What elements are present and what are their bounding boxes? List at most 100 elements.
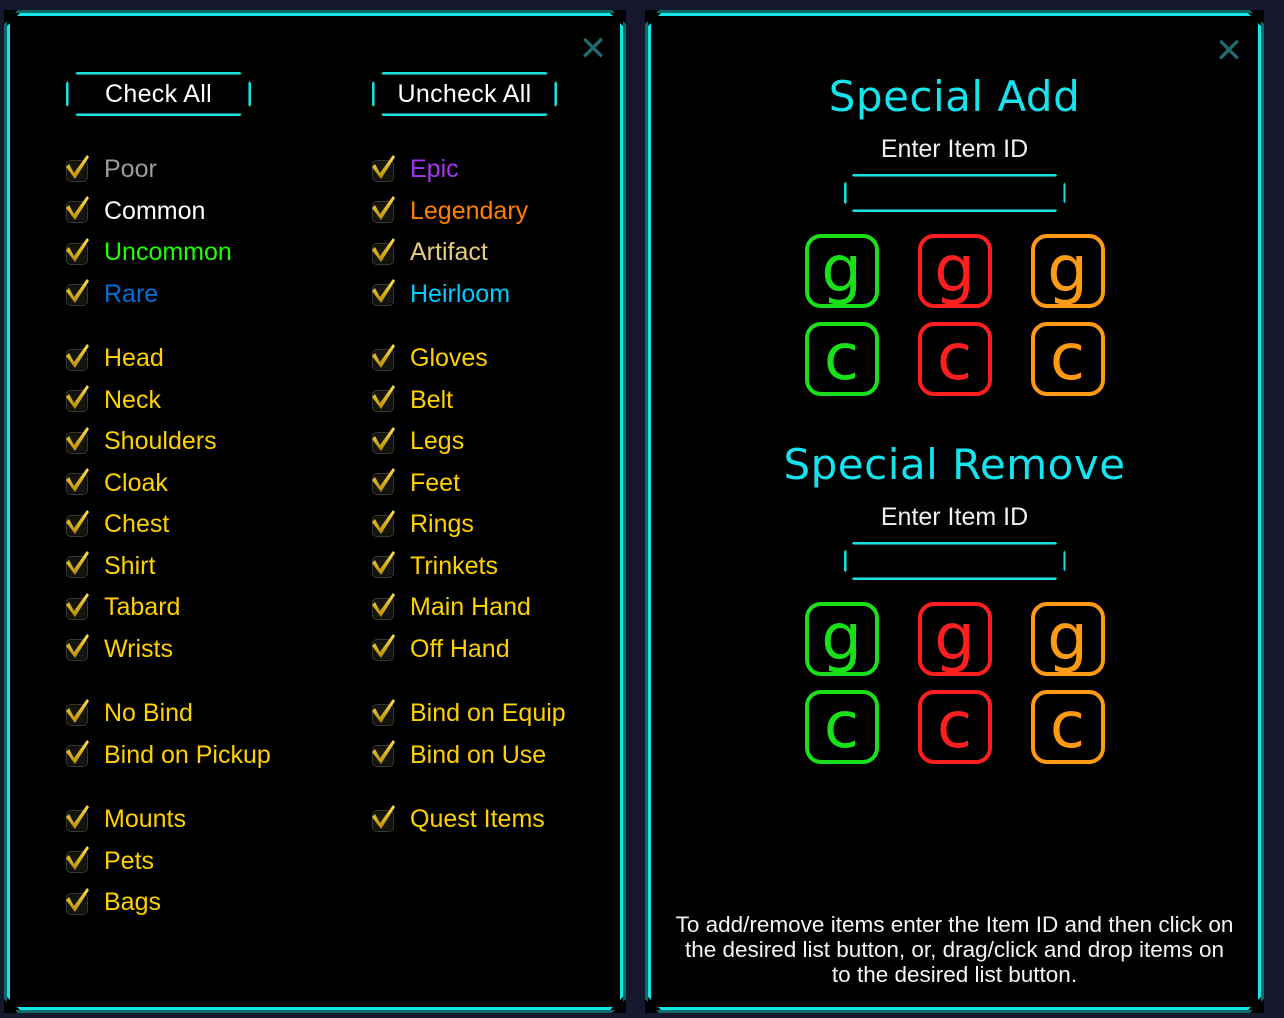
special-remove-red-bad-list-button[interactable]: g (917, 602, 992, 676)
special-remove-green-c-list-button[interactable]: c (804, 690, 879, 764)
checkmark-icon (372, 385, 395, 410)
checkbox-checked[interactable] (64, 279, 90, 307)
checkbox-checked[interactable] (64, 343, 90, 371)
checkbox-row-epic[interactable]: Epic (370, 149, 670, 191)
checkmark-icon (66, 804, 89, 829)
checkbox-checked[interactable] (64, 509, 90, 537)
check-all-label: Check All (105, 79, 212, 108)
checkbox-checked[interactable] (64, 468, 90, 496)
checkbox-checked[interactable] (370, 154, 396, 182)
checkbox-row-heirloom[interactable]: Heirloom (370, 274, 670, 316)
checkmark-icon (372, 426, 395, 451)
checkbox-row-bind-on-use[interactable]: Bind on Use (370, 735, 670, 777)
checkbox-row-belt[interactable]: Belt (370, 380, 670, 422)
special-add-orange-c-list-button[interactable]: c (1030, 321, 1105, 396)
special-add-item-id-field[interactable] (843, 174, 1066, 214)
filter-column-left: Poor Common Uncommon Rare Head Neck Shoulders C… (64, 149, 364, 924)
checkbox-row-chest[interactable]: Chest (64, 504, 364, 546)
checkbox-row-bind-on-equip[interactable]: Bind on Equip (370, 693, 670, 735)
checkbox-checked[interactable] (64, 196, 90, 224)
checkbox-checked[interactable] (370, 196, 396, 224)
checkbox-row-wrists[interactable]: Wrists (64, 629, 364, 671)
checkbox-row-trinkets[interactable]: Trinkets (370, 546, 670, 588)
checkbox-checked[interactable] (64, 804, 90, 832)
special-add-green-good-list-button[interactable]: g (804, 234, 879, 308)
uncheck-all-button[interactable]: Uncheck All (372, 72, 557, 116)
checkbox-row-head[interactable]: Head (64, 338, 364, 380)
checkbox-checked[interactable] (64, 634, 90, 662)
checkbox-checked[interactable] (370, 740, 396, 768)
checkbox-row-shirt[interactable]: Shirt (64, 546, 364, 588)
checkbox-row-main-hand[interactable]: Main Hand (370, 587, 670, 629)
checkbox-checked[interactable] (64, 551, 90, 579)
checkbox-row-cloak[interactable]: Cloak (64, 463, 364, 505)
special-remove-title: Special Remove (783, 440, 1126, 489)
checkbox-row-mounts[interactable]: Mounts (64, 799, 364, 841)
checkbox-row-gloves[interactable]: Gloves (370, 338, 670, 380)
special-remove-orange-list-button[interactable]: g (1030, 602, 1105, 676)
special-remove-item-id-input[interactable] (857, 542, 1052, 582)
checkbox-checked[interactable] (64, 237, 90, 265)
checkbox-checked[interactable] (370, 426, 396, 454)
checkbox-checked[interactable] (370, 592, 396, 620)
checkbox-checked[interactable] (370, 698, 396, 726)
checkbox-row-no-bind[interactable]: No Bind (64, 693, 364, 735)
checkbox-checked[interactable] (64, 698, 90, 726)
checkbox-checked[interactable] (64, 385, 90, 413)
list-button-glyph: g (934, 233, 975, 307)
special-add-red-bad-list-button[interactable]: g (917, 233, 992, 308)
checkbox-checked[interactable] (64, 154, 90, 182)
checkbox-checked[interactable] (64, 740, 90, 768)
checkbox-row-poor[interactable]: Poor (64, 149, 364, 191)
checkbox-row-quest-items[interactable]: Quest Items (370, 799, 670, 841)
checkbox-checked[interactable] (370, 279, 396, 307)
checkbox-checked[interactable] (64, 887, 90, 915)
special-remove-orange-c-list-button[interactable]: c (1030, 690, 1105, 764)
checkbox-row-tabard[interactable]: Tabard (64, 587, 364, 629)
checkbox-row-neck[interactable]: Neck (64, 380, 364, 422)
special-add-item-id-input[interactable] (857, 174, 1052, 214)
checkbox-row-rare[interactable]: Rare (64, 274, 364, 316)
checkbox-checked[interactable] (64, 592, 90, 620)
checkmark-icon (66, 279, 89, 304)
special-remove-list-buttons: gggccc (804, 602, 1105, 764)
checkbox-row-legs[interactable]: Legs (370, 421, 670, 463)
checkbox-checked[interactable] (64, 846, 90, 874)
checkbox-row-uncommon[interactable]: Uncommon (64, 232, 364, 274)
checkbox-row-pets[interactable]: Pets (64, 841, 364, 883)
special-remove-red-c-list-button[interactable]: c (917, 690, 992, 764)
checkbox-checked[interactable] (370, 551, 396, 579)
checkbox-row-common[interactable]: Common (64, 191, 364, 233)
checkbox-checked[interactable] (370, 237, 396, 265)
checkbox-checked[interactable] (64, 426, 90, 454)
checkbox-row-legendary[interactable]: Legendary (370, 191, 670, 233)
checkbox-checked[interactable] (370, 634, 396, 662)
close-icon[interactable]: ✕ (1212, 34, 1246, 68)
checkbox-label: No Bind (104, 699, 193, 728)
close-icon[interactable]: ✕ (576, 32, 610, 66)
special-remove-green-good-list-button[interactable]: g (804, 602, 879, 676)
checkbox-row-artifact[interactable]: Artifact (370, 232, 670, 274)
checkbox-row-feet[interactable]: Feet (370, 463, 670, 505)
check-all-button[interactable]: Check All (66, 72, 251, 116)
checkbox-checked[interactable] (370, 343, 396, 371)
special-add-red-c-list-button[interactable]: c (917, 322, 992, 396)
special-add-green-c-list-button[interactable]: c (804, 322, 879, 396)
checkbox-checked[interactable] (370, 509, 396, 537)
list-button-row: ccc (804, 690, 1105, 764)
special-add-orange-list-button[interactable]: g (1030, 234, 1105, 308)
list-button-glyph: c (1049, 321, 1086, 395)
checkbox-checked[interactable] (370, 804, 396, 832)
special-lists-panel: ✕ Special Add Enter Item ID g g g c c c Special … (645, 10, 1264, 1013)
checkmark-icon (66, 509, 89, 534)
checkbox-row-shoulders[interactable]: Shoulders (64, 421, 364, 463)
special-remove-item-id-field[interactable] (843, 542, 1066, 582)
checkbox-row-bags[interactable]: Bags (64, 882, 364, 924)
checkmark-icon (372, 509, 395, 534)
checkbox-row-rings[interactable]: Rings (370, 504, 670, 546)
checkbox-row-bind-on-pickup[interactable]: Bind on Pickup (64, 735, 364, 777)
checkbox-row-off-hand[interactable]: Off Hand (370, 629, 670, 671)
checkbox-checked[interactable] (370, 385, 396, 413)
checkbox-checked[interactable] (370, 468, 396, 496)
